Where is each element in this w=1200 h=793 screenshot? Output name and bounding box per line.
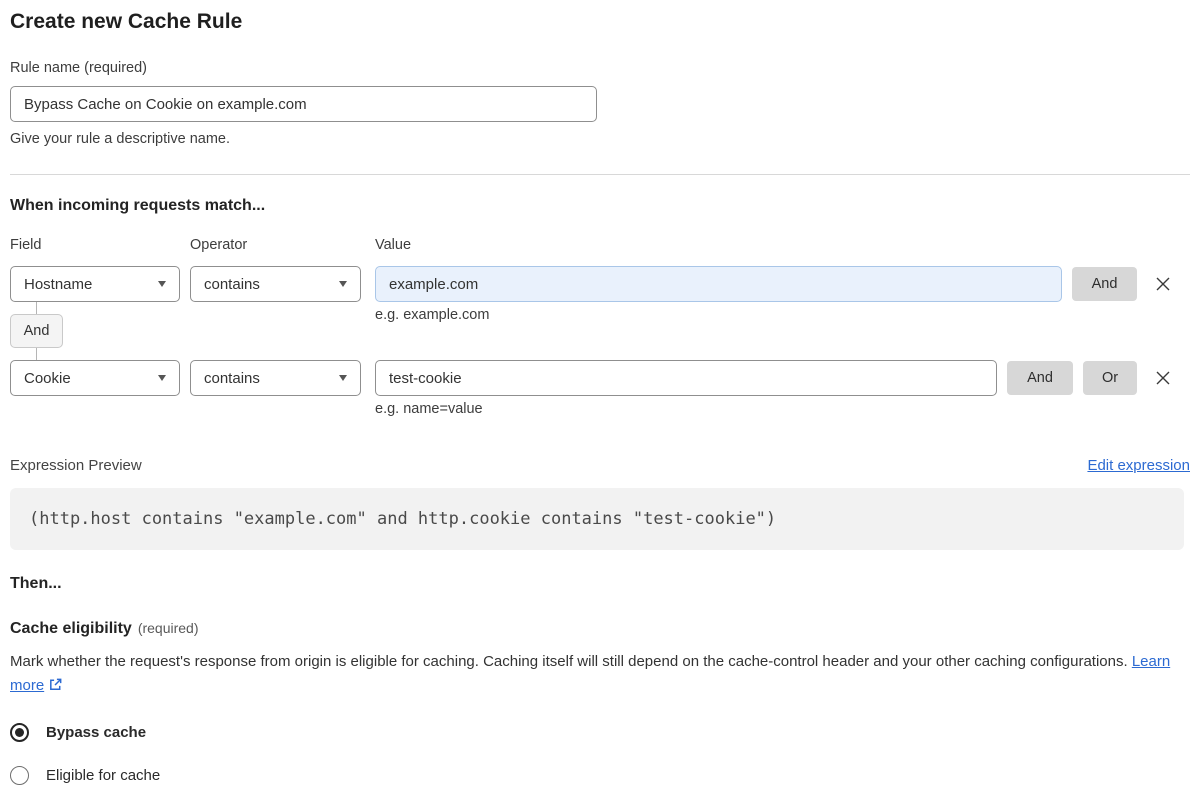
value-helper-row1: e.g. example.com	[375, 307, 490, 323]
value-helper-row2: e.g. name=value	[375, 401, 483, 417]
cache-eligibility-description: Mark whether the request's response from…	[10, 650, 1184, 700]
close-icon	[1156, 371, 1170, 385]
operator-column-label: Operator	[190, 237, 248, 253]
remove-condition-row1-button[interactable]	[1153, 274, 1173, 294]
and-button-row1[interactable]: And	[1072, 267, 1137, 301]
cache-eligibility-heading: Cache eligibility (required)	[10, 620, 1190, 638]
then-heading: Then...	[10, 575, 62, 592]
chevron-down-icon	[158, 375, 166, 381]
or-button-row2[interactable]: Or	[1083, 361, 1137, 395]
field-column-label: Field	[10, 237, 42, 253]
connector-and-button[interactable]: And	[10, 314, 63, 348]
field-select-row1[interactable]: Hostname	[10, 266, 180, 302]
remove-condition-row2-button[interactable]	[1153, 368, 1173, 388]
connector-line-top	[36, 302, 37, 314]
external-link-icon	[48, 676, 63, 700]
operator-select-row1[interactable]: contains	[190, 266, 361, 302]
value-input-row2[interactable]	[375, 360, 997, 396]
value-column-label: Value	[375, 237, 412, 253]
connector-line-bottom	[36, 348, 37, 360]
radio-option-eligible-for-cache[interactable]: Eligible for cache	[10, 766, 1190, 785]
radio-label-eligible: Eligible for cache	[46, 767, 161, 784]
operator-select-row2-value: contains	[204, 369, 260, 387]
radio-option-bypass-cache[interactable]: Bypass cache	[10, 723, 1190, 742]
close-icon	[1156, 277, 1170, 291]
field-select-row2[interactable]: Cookie	[10, 360, 180, 396]
chevron-down-icon	[339, 375, 347, 381]
chevron-down-icon	[158, 281, 166, 287]
edit-expression-link[interactable]: Edit expression	[1087, 457, 1190, 474]
page-title: Create new Cache Rule	[10, 10, 243, 33]
expression-preview-label: Expression Preview	[10, 457, 142, 474]
rule-name-helper: Give your rule a descriptive name.	[10, 131, 231, 147]
rule-name-label: Rule name (required)	[10, 60, 148, 76]
match-heading: When incoming requests match...	[10, 197, 266, 214]
section-divider	[10, 174, 1190, 175]
field-select-row2-value: Cookie	[24, 369, 71, 387]
radio-selected-icon	[10, 723, 29, 742]
condition-builder: Field Operator Value Hostname contains A…	[10, 237, 1190, 419]
value-input-row1[interactable]	[375, 266, 1062, 302]
radio-label-bypass: Bypass cache	[46, 724, 147, 741]
radio-unselected-icon	[10, 766, 29, 785]
operator-select-row2[interactable]: contains	[190, 360, 361, 396]
cache-eligibility-title: Cache eligibility	[10, 620, 132, 637]
required-note: (required)	[137, 620, 199, 636]
rule-name-input[interactable]	[10, 86, 597, 122]
expression-code-block: (http.host contains "example.com" and ht…	[10, 488, 1184, 550]
and-button-row2[interactable]: And	[1007, 361, 1073, 395]
chevron-down-icon	[339, 281, 347, 287]
operator-select-row1-value: contains	[204, 275, 260, 293]
expression-header: Expression Preview Edit expression	[10, 457, 1190, 474]
description-text: Mark whether the request's response from…	[10, 653, 1128, 670]
field-select-row1-value: Hostname	[24, 275, 93, 293]
